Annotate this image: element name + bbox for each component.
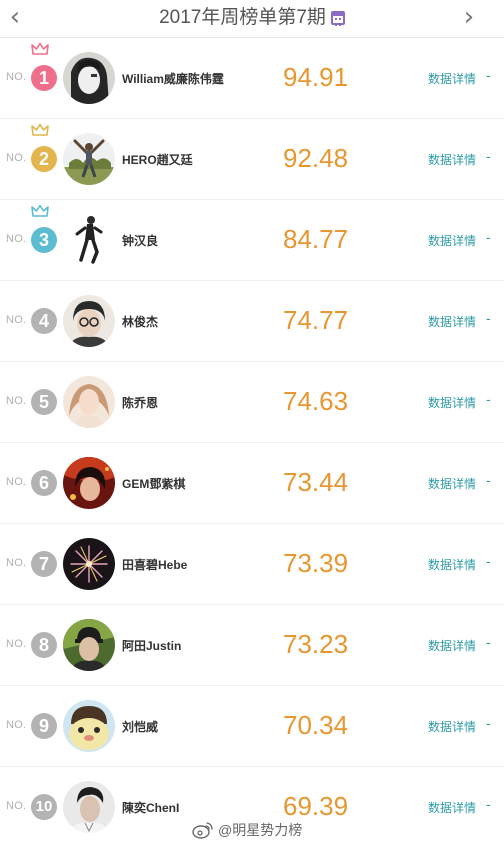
ranking-row: NO. 6 GEM鄧紫棋 73.44 数据详情 - (0, 443, 504, 524)
data-detail-link[interactable]: 数据详情 (428, 313, 476, 330)
star-name[interactable]: 陈乔恩 (122, 394, 158, 411)
avatar[interactable] (63, 619, 115, 671)
detail-dash: - (486, 715, 491, 731)
ranking-row: NO. 9 刘恺威 70.34 数据详情 - (0, 686, 504, 767)
rank-badge: 9 (31, 713, 57, 739)
avatar[interactable] (63, 133, 115, 185)
rank-prefix: NO. (6, 395, 27, 407)
rank-badge: 10 (31, 794, 57, 820)
star-name[interactable]: William威廉陈伟霆 (122, 70, 224, 87)
star-name[interactable]: HERO趙又廷 (122, 151, 193, 168)
detail-dash: - (486, 310, 491, 326)
ranking-list: NO. 1 William威廉陈伟霆 94.91 数据详情 - NO. 2 HE… (0, 38, 504, 848)
avatar[interactable] (63, 52, 115, 104)
star-name[interactable]: GEM鄧紫棋 (122, 475, 185, 492)
ranking-row: NO. 1 William威廉陈伟霆 94.91 数据详情 - (0, 38, 504, 119)
rank-badge: 4 (31, 308, 57, 334)
rank-badge: 6 (31, 470, 57, 496)
weibo-icon (192, 822, 213, 839)
score-value: 92.48 (283, 143, 349, 173)
ranking-row: NO. 4 林俊杰 74.77 数据详情 - (0, 281, 504, 362)
page-title-text: 2017年周榜单第7期 (159, 7, 326, 28)
watermark-text: @明星势力榜 (218, 822, 303, 838)
rank-prefix: NO. (6, 719, 27, 731)
rank-prefix: NO. (6, 800, 27, 812)
chevron-right-icon[interactable]: › (456, 4, 482, 32)
ranking-row: NO. 8 阿田Justin 73.23 数据详情 - (0, 605, 504, 686)
data-detail-link[interactable]: 数据详情 (428, 718, 476, 735)
detail-dash: - (486, 634, 491, 650)
rank-badge: 8 (31, 632, 57, 658)
score-value: 73.39 (283, 548, 349, 578)
detail-dash: - (486, 472, 491, 488)
avatar[interactable] (63, 700, 115, 752)
rank-badge: 2 (31, 146, 57, 172)
score-value: 74.63 (283, 386, 349, 416)
data-detail-link[interactable]: 数据详情 (428, 232, 476, 249)
data-detail-link[interactable]: 数据详情 (428, 70, 476, 87)
detail-dash: - (486, 796, 491, 812)
crown-icon (31, 204, 49, 217)
detail-dash: - (486, 67, 491, 83)
avatar[interactable] (63, 376, 115, 428)
data-detail-link[interactable]: 数据详情 (428, 637, 476, 654)
detail-dash: - (486, 229, 491, 245)
score-value: 84.77 (283, 224, 349, 254)
star-name[interactable]: 刘恺威 (122, 718, 158, 735)
rank-prefix: NO. (6, 638, 27, 650)
data-detail-link[interactable]: 数据详情 (428, 556, 476, 573)
page-title: 2017年周榜单第7期 (0, 7, 504, 29)
rank-badge: 7 (31, 551, 57, 577)
data-detail-link[interactable]: 数据详情 (428, 394, 476, 411)
rank-prefix: NO. (6, 314, 27, 326)
score-value: 70.34 (283, 710, 349, 740)
avatar[interactable] (63, 457, 115, 509)
score-value: 73.23 (283, 629, 349, 659)
avatar[interactable] (63, 781, 115, 833)
rank-prefix: NO. (6, 557, 27, 569)
score-value: 74.77 (283, 305, 349, 335)
detail-dash: - (486, 553, 491, 569)
star-name[interactable]: 陳奕ChenI (122, 799, 179, 816)
star-name[interactable]: 钟汉良 (122, 232, 158, 249)
avatar[interactable] (63, 214, 115, 266)
rank-prefix: NO. (6, 476, 27, 488)
ranking-row: NO. 7 田喜碧Hebe 73.39 数据详情 - (0, 524, 504, 605)
star-name[interactable]: 田喜碧Hebe (122, 556, 187, 573)
score-value: 94.91 (283, 62, 349, 92)
score-value: 69.39 (283, 791, 349, 821)
rank-badge: 3 (31, 227, 57, 253)
rank-badge: 1 (31, 65, 57, 91)
score-value: 73.44 (283, 467, 349, 497)
watermark: @明星势力榜 (192, 820, 302, 842)
rank-prefix: NO. (6, 152, 27, 164)
data-detail-link[interactable]: 数据详情 (428, 799, 476, 816)
ranking-row: NO. 2 HERO趙又廷 92.48 数据详情 - (0, 119, 504, 200)
star-name[interactable]: 林俊杰 (122, 313, 158, 330)
crown-icon (31, 123, 49, 136)
data-detail-link[interactable]: 数据详情 (428, 475, 476, 492)
rank-badge: 5 (31, 389, 57, 415)
avatar[interactable] (63, 538, 115, 590)
calendar-icon[interactable] (330, 11, 345, 26)
rank-prefix: NO. (6, 233, 27, 245)
rank-prefix: NO. (6, 71, 27, 83)
avatar[interactable] (63, 295, 115, 347)
data-detail-link[interactable]: 数据详情 (428, 151, 476, 168)
ranking-row: NO. 3 钟汉良 84.77 数据详情 - (0, 200, 504, 281)
header-bar: ‹ 2017年周榜单第7期 › (0, 0, 504, 38)
crown-icon (31, 42, 49, 55)
ranking-row: NO. 5 陈乔恩 74.63 数据详情 - (0, 362, 504, 443)
detail-dash: - (486, 148, 491, 164)
detail-dash: - (486, 391, 491, 407)
star-name[interactable]: 阿田Justin (122, 637, 181, 654)
